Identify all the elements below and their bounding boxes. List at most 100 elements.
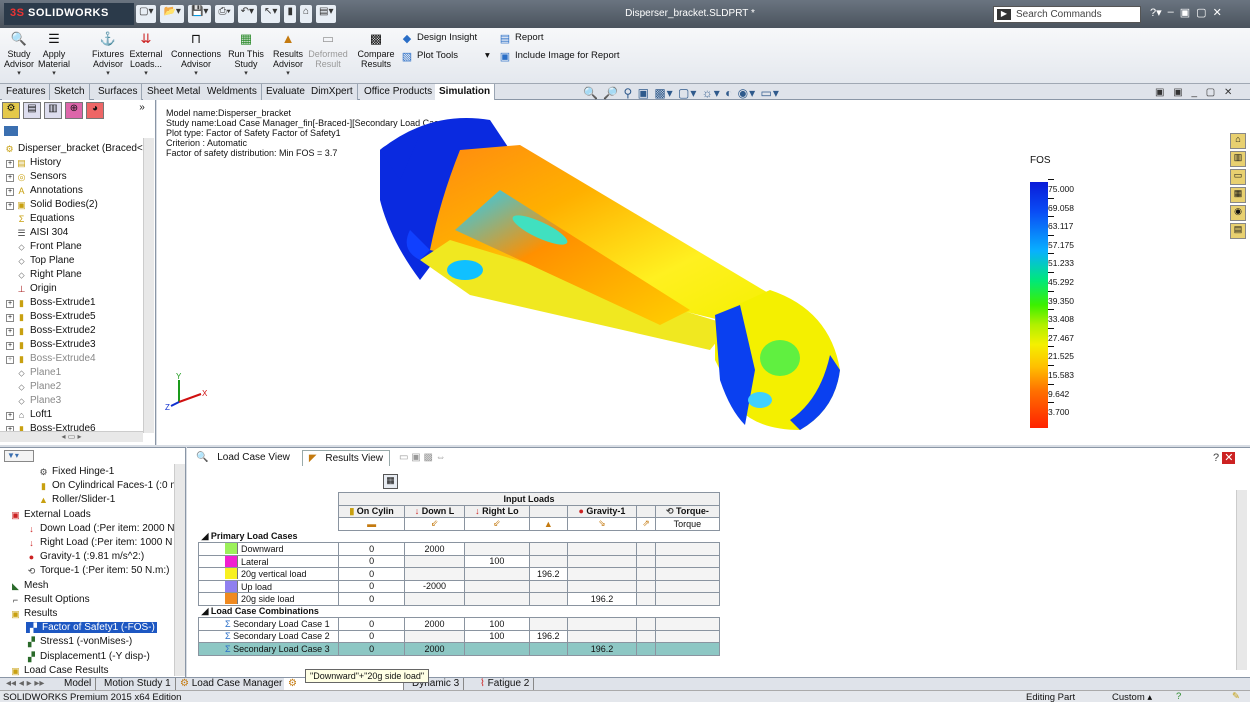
study-item-result-options[interactable]: ⌐ Result Options bbox=[10, 594, 90, 605]
close-icon[interactable]: ✕ bbox=[1213, 6, 1222, 19]
undo-icon[interactable]: ↶▾ bbox=[237, 5, 258, 23]
study-advisor-button[interactable]: 🔍 Study Advisor ▾ bbox=[2, 30, 36, 79]
save-icon[interactable]: 💾▾ bbox=[187, 5, 212, 23]
study-item-down-load-per-item-2000-n[interactable]: ↓ Down Load (:Per item: 2000 N bbox=[26, 523, 174, 534]
study-item-fixed-hinge-1[interactable]: ⚙ Fixed Hinge-1 bbox=[38, 466, 114, 477]
load-value-cell[interactable] bbox=[566, 567, 638, 581]
viewport-window-controls[interactable]: ▣ ▣ _ ▢ ✕ bbox=[1155, 87, 1235, 98]
primary-load-case-name[interactable]: Lateral bbox=[198, 554, 339, 568]
feature-manager-tab[interactable]: ⚙ bbox=[2, 102, 20, 119]
load-value-cell[interactable]: 0 bbox=[337, 592, 406, 606]
design-insight-button[interactable]: ◆ Design Insight bbox=[400, 32, 477, 45]
load-value-cell[interactable] bbox=[654, 617, 721, 631]
expand-toggle-icon[interactable]: + bbox=[6, 300, 14, 308]
load-value-cell[interactable]: 2000 bbox=[404, 617, 465, 631]
tree-item-sensors[interactable]: + ◎ Sensors bbox=[6, 171, 67, 182]
load-value-cell[interactable] bbox=[566, 617, 638, 631]
load-value-cell[interactable]: 100 bbox=[463, 629, 530, 643]
results-advisor-button[interactable]: ▲ Results Advisor ▾ bbox=[270, 30, 306, 79]
load-value-cell[interactable]: 100 bbox=[463, 554, 530, 568]
load-value-cell[interactable] bbox=[463, 567, 530, 581]
close-panel-icon[interactable]: ✕ bbox=[1222, 452, 1236, 464]
load-value-cell[interactable]: 2000 bbox=[404, 542, 465, 556]
expand-toggle-icon[interactable]: + bbox=[6, 328, 14, 336]
load-value-cell[interactable] bbox=[636, 554, 656, 568]
tab-evaluate[interactable]: Evaluate bbox=[262, 84, 310, 100]
tab-surfaces[interactable]: Surfaces bbox=[94, 84, 143, 100]
load-value-cell[interactable]: 0 bbox=[337, 542, 406, 556]
connections-advisor-button[interactable]: ⊓ Connections Advisor ▾ bbox=[170, 30, 222, 79]
tree-item-plane1[interactable]: ⬦ Plane1 bbox=[6, 367, 61, 378]
tree-item-top-plane[interactable]: ⬦ Top Plane bbox=[6, 255, 74, 266]
load-value-cell[interactable] bbox=[636, 642, 656, 656]
expand-toggle-icon[interactable]: + bbox=[6, 342, 14, 350]
new-icon[interactable]: ▢▾ bbox=[136, 5, 157, 23]
load-value-cell[interactable] bbox=[654, 579, 721, 593]
restore-icon[interactable]: ▣ bbox=[1180, 6, 1190, 19]
tree-item-boss-extrude3[interactable]: + ▮ Boss-Extrude3 bbox=[6, 339, 96, 350]
filter-icon[interactable] bbox=[4, 126, 18, 136]
minimize-icon[interactable]: – bbox=[1168, 6, 1174, 19]
tab-fatigue-2[interactable]: ⌇ Fatigue 2 bbox=[476, 678, 535, 690]
primary-load-case-name[interactable]: 20g vertical load bbox=[198, 567, 339, 581]
custom-properties-icon[interactable]: ▤ bbox=[1230, 223, 1246, 239]
deformed-result-button[interactable]: ▭ Deformed Result bbox=[308, 30, 348, 69]
file-properties-icon[interactable]: ⌂ bbox=[299, 5, 313, 23]
tree-item-annotations[interactable]: + A Annotations bbox=[6, 185, 83, 196]
expand-toggle-icon[interactable]: + bbox=[6, 160, 14, 168]
study-item-gravity-1-9-81-m-s-2[interactable]: ● Gravity-1 (:9.81 m/s^2:) bbox=[26, 551, 144, 562]
tab-sheet-metal[interactable]: Sheet Metal bbox=[143, 84, 206, 100]
tab-dimxpert[interactable]: DimXpert bbox=[307, 84, 358, 100]
fixtures-advisor-button[interactable]: ⚓ Fixtures Advisor ▾ bbox=[90, 30, 126, 79]
study-item-mesh[interactable]: ◣ Mesh bbox=[10, 580, 48, 591]
tab-sketch[interactable]: Sketch bbox=[50, 84, 90, 100]
study-item-roller-slider-1[interactable]: ▲ Roller/Slider-1 bbox=[38, 494, 115, 505]
load-value-cell[interactable] bbox=[404, 567, 465, 581]
load-value-cell[interactable] bbox=[566, 579, 638, 593]
tab-simulation[interactable]: Simulation bbox=[435, 84, 496, 101]
tab-motion-study[interactable]: Motion Study 1 bbox=[100, 678, 176, 690]
help-status-icon[interactable]: ? bbox=[1176, 691, 1181, 702]
tree-item-origin[interactable]: ⊥ Origin bbox=[6, 283, 57, 294]
study-item-external-loads[interactable]: ▣ External Loads bbox=[10, 509, 90, 520]
load-value-cell[interactable] bbox=[636, 542, 656, 556]
run-study-button[interactable]: ▦ Run This Study ▾ bbox=[226, 30, 266, 79]
table-view-icon[interactable]: ▦ bbox=[383, 474, 398, 489]
heads-up-view-toolbar[interactable]: 🔍 🔎 ⚲ ▣ ▩▾ ▢▾ ☼▾ ◐ ◉▾ ▭▾ bbox=[583, 86, 780, 100]
home-icon[interactable]: ⌂ bbox=[1230, 133, 1246, 149]
tree-vertical-scrollbar[interactable] bbox=[143, 138, 154, 433]
help-icon[interactable]: ?▾ bbox=[1150, 6, 1162, 19]
tab-model[interactable]: Model bbox=[60, 678, 97, 690]
load-value-cell[interactable] bbox=[654, 567, 721, 581]
load-value-cell[interactable] bbox=[654, 629, 721, 643]
load-value-cell[interactable]: 0 bbox=[337, 617, 406, 631]
load-value-cell[interactable] bbox=[528, 642, 568, 656]
load-value-cell[interactable] bbox=[404, 554, 465, 568]
primary-load-case-name[interactable]: Up load bbox=[198, 579, 339, 593]
load-value-cell[interactable]: 0 bbox=[337, 629, 406, 643]
results-scrollbar[interactable] bbox=[1236, 490, 1247, 670]
tree-item-solid-bodies-2-[interactable]: + ▣ Solid Bodies(2) bbox=[6, 199, 98, 210]
load-value-cell[interactable] bbox=[654, 642, 721, 656]
options-icon[interactable]: ▤▾ bbox=[316, 5, 337, 23]
compare-results-button[interactable]: ▩ Compare Results bbox=[354, 30, 398, 69]
study-item-right-load-per-item-1000-n[interactable]: ↓ Right Load (:Per item: 1000 N bbox=[26, 537, 172, 548]
load-value-cell[interactable]: 0 bbox=[337, 579, 406, 593]
appearances-icon[interactable]: ◉ bbox=[1230, 205, 1246, 221]
fos-plot-model[interactable] bbox=[360, 110, 860, 440]
expand-toggle-icon[interactable]: + bbox=[6, 356, 14, 364]
load-value-cell[interactable] bbox=[463, 542, 530, 556]
open-icon[interactable]: 📂▾ bbox=[160, 5, 184, 23]
tab-load-case-view[interactable]: 🔍 Load Case View bbox=[190, 450, 296, 466]
select-icon[interactable]: ↖▾ bbox=[261, 5, 281, 23]
combinations-section[interactable]: ◢ Load Case Combinations bbox=[198, 605, 720, 618]
study-item-torque-1-per-item-50-n-m[interactable]: ⟲ Torque-1 (:Per item: 50 N.m:) bbox=[26, 565, 170, 576]
rebuild-icon[interactable]: ▮ bbox=[284, 5, 296, 23]
tab-results-view[interactable]: ◤ Results View bbox=[301, 450, 390, 466]
tree-item-boss-extrude2[interactable]: + ▮ Boss-Extrude2 bbox=[6, 325, 96, 336]
load-value-cell[interactable] bbox=[566, 542, 638, 556]
load-value-cell[interactable] bbox=[566, 629, 638, 643]
load-value-cell[interactable]: 2000 bbox=[404, 642, 465, 656]
load-value-cell[interactable] bbox=[404, 629, 465, 643]
expand-toggle-icon[interactable]: + bbox=[6, 202, 14, 210]
